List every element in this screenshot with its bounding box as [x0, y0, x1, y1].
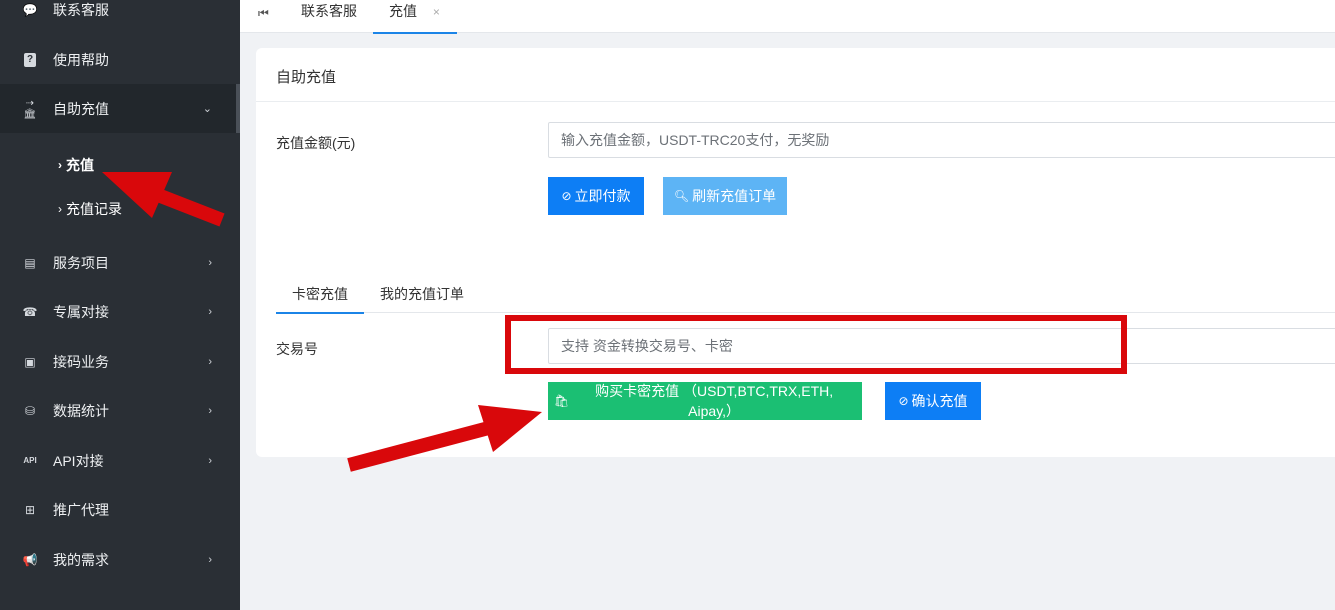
annotation-arrows — [102, 172, 542, 472]
annotation-arrow-recharge — [102, 172, 225, 227]
annotation-arrow-buy-card — [347, 405, 542, 472]
